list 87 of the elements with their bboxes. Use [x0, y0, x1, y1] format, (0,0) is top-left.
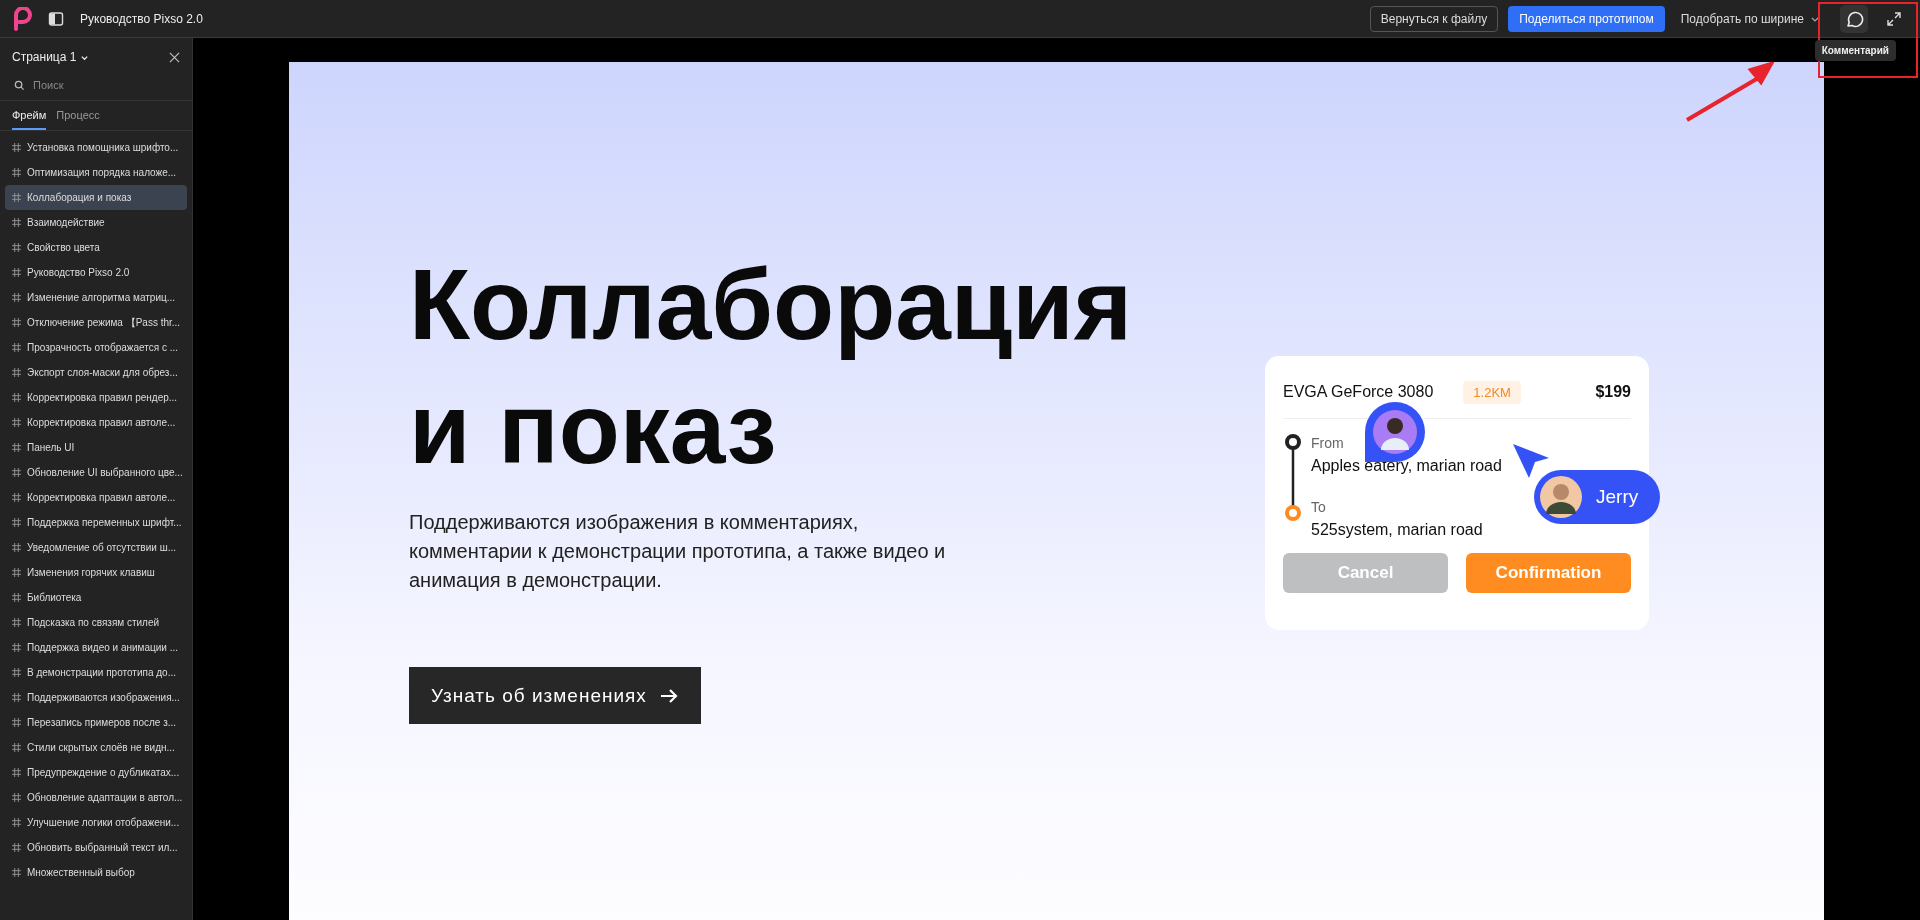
price: $199	[1595, 383, 1631, 401]
frame-list-item[interactable]: Стили скрытых слоёв не видн...	[5, 735, 187, 760]
frame-icon	[12, 268, 21, 277]
frame-list-item[interactable]: В демонстрации прототипа до...	[5, 660, 187, 685]
frame-icon	[12, 668, 21, 677]
to-address: 525system, marian road	[1311, 520, 1484, 540]
frame-list-item[interactable]: Подсказка по связям стилей	[5, 610, 187, 635]
heading: Коллаборация и показ	[409, 247, 1134, 486]
frame-icon	[12, 618, 21, 627]
frame-icon	[12, 718, 21, 727]
description: Поддерживаются изображения в комментариях, комментарии к демонстрации прототипа, а также видео и анимация в демонстрации.	[409, 510, 947, 593]
close-icon[interactable]	[169, 51, 180, 63]
frame-icon	[12, 543, 21, 552]
frame-list-item[interactable]: Прозрачность отображается с ...	[5, 335, 187, 360]
frame-list-item[interactable]: Обновление UI выбранного цве...	[5, 460, 187, 485]
frame-icon	[12, 243, 21, 252]
search-field[interactable]: Поиск	[31, 78, 175, 92]
frame-list-item[interactable]: Взаимодействие	[5, 210, 187, 235]
search-icon	[14, 79, 25, 91]
frame-list-item[interactable]: Корректировка правил автоле...	[5, 485, 187, 510]
frame-icon	[12, 218, 21, 227]
tooltip: Комментарий	[1814, 40, 1896, 61]
page-select[interactable]: Страница 1	[12, 50, 90, 64]
frame-list-item[interactable]: Свойство цвета	[5, 235, 187, 260]
frame-list-item[interactable]: Корректировка правил автоле...	[5, 410, 187, 435]
frame-list-item[interactable]: Корректировка правил рендер...	[5, 385, 187, 410]
tab[interactable]: Процесс	[56, 109, 100, 130]
from-address: Apples eatery, marian road	[1311, 456, 1502, 476]
tab[interactable]: Фрейм	[12, 109, 47, 130]
frame-icon	[12, 418, 21, 427]
frame-list-item[interactable]: Перезапись примеров после з...	[5, 710, 187, 735]
frame-icon	[12, 693, 21, 702]
distance-tag: 1.2KM	[1463, 380, 1521, 404]
from-label: From	[1311, 434, 1345, 453]
frame-icon	[12, 393, 21, 402]
frame-list-item[interactable]: Поддерживаются изображения...	[5, 685, 187, 710]
frame-icon	[12, 743, 21, 752]
learn-more-button[interactable]: Узнать об изменениях	[409, 667, 701, 724]
frame-list-item[interactable]: Обновление адаптации в автол...	[5, 785, 187, 810]
product-title: EVGA GeForce 3080	[1283, 383, 1434, 401]
frame-icon	[12, 293, 21, 302]
frame-icon	[12, 518, 21, 527]
frame-icon	[12, 168, 21, 177]
sidebar-toggle-icon[interactable]	[48, 10, 64, 27]
share-prototype-button[interactable]: Поделиться прототипом	[1508, 5, 1665, 32]
frame-list-item[interactable]: Изменения горячих клавиш	[5, 560, 187, 585]
collaborator-name: Jerry	[1596, 486, 1639, 508]
frame-list-item[interactable]: Руководство Pixso 2.0	[5, 260, 187, 285]
window-title: Руководство Pixso 2.0	[80, 11, 203, 26]
frame-list-item[interactable]: Отключение режима 【Pass thr...	[5, 310, 187, 335]
frame-icon	[12, 768, 21, 777]
fullscreen-icon[interactable]	[1886, 10, 1902, 27]
frame-icon	[12, 368, 21, 377]
frame-list-item[interactable]: Предупреждение о дубликатах...	[5, 760, 187, 785]
frame-icon	[12, 793, 21, 802]
frame-list-item[interactable]: Библиотека	[5, 585, 187, 610]
frame-icon	[12, 843, 21, 852]
frame-icon	[12, 143, 21, 152]
frame-list-item[interactable]: Уведомление об отсутствии ш...	[5, 535, 187, 560]
to-label: To	[1311, 498, 1327, 517]
frame-list-item[interactable]: Поддержка переменных шрифт...	[5, 510, 187, 535]
frame-list-item[interactable]: Панель UI	[5, 435, 187, 460]
frame-icon	[12, 493, 21, 502]
frame-icon	[12, 868, 21, 877]
frame-list-item[interactable]: Поддержка видео и анимации ...	[5, 635, 187, 660]
avatar-icon	[1540, 476, 1582, 518]
back-to-file-button[interactable]: Вернуться к файлу	[1369, 5, 1499, 32]
frame-icon	[12, 193, 21, 202]
frame-list-item[interactable]: Улучшение логики отображени...	[5, 810, 187, 835]
frame-icon	[12, 468, 21, 477]
frame-list-item[interactable]: Изменение алгоритма матриц...	[5, 285, 187, 310]
frame-list-item[interactable]: Множественный выбор	[5, 860, 187, 885]
frame-icon	[12, 568, 21, 577]
frame-icon	[12, 343, 21, 352]
frame-icon	[12, 818, 21, 827]
route-line-icon	[1283, 433, 1303, 523]
frame-list-item[interactable]: Коллаборация и показ	[5, 185, 187, 210]
zoom-select[interactable]: Подобрать по ширине	[1674, 11, 1826, 26]
frame-list-item[interactable]: Установка помощника шрифто...	[5, 135, 187, 160]
frame-list-item[interactable]: Оптимизация порядка наложе...	[5, 160, 187, 185]
frame-list-item[interactable]: Обновить выбранный текст ил...	[5, 835, 187, 860]
frame-icon	[12, 443, 21, 452]
frame-icon	[12, 318, 21, 327]
frame-icon	[12, 593, 21, 602]
comment-button[interactable]	[1840, 4, 1868, 33]
frame-list-item[interactable]: Экспорт слоя-маски для обрез...	[5, 360, 187, 385]
frame-icon	[12, 643, 21, 652]
